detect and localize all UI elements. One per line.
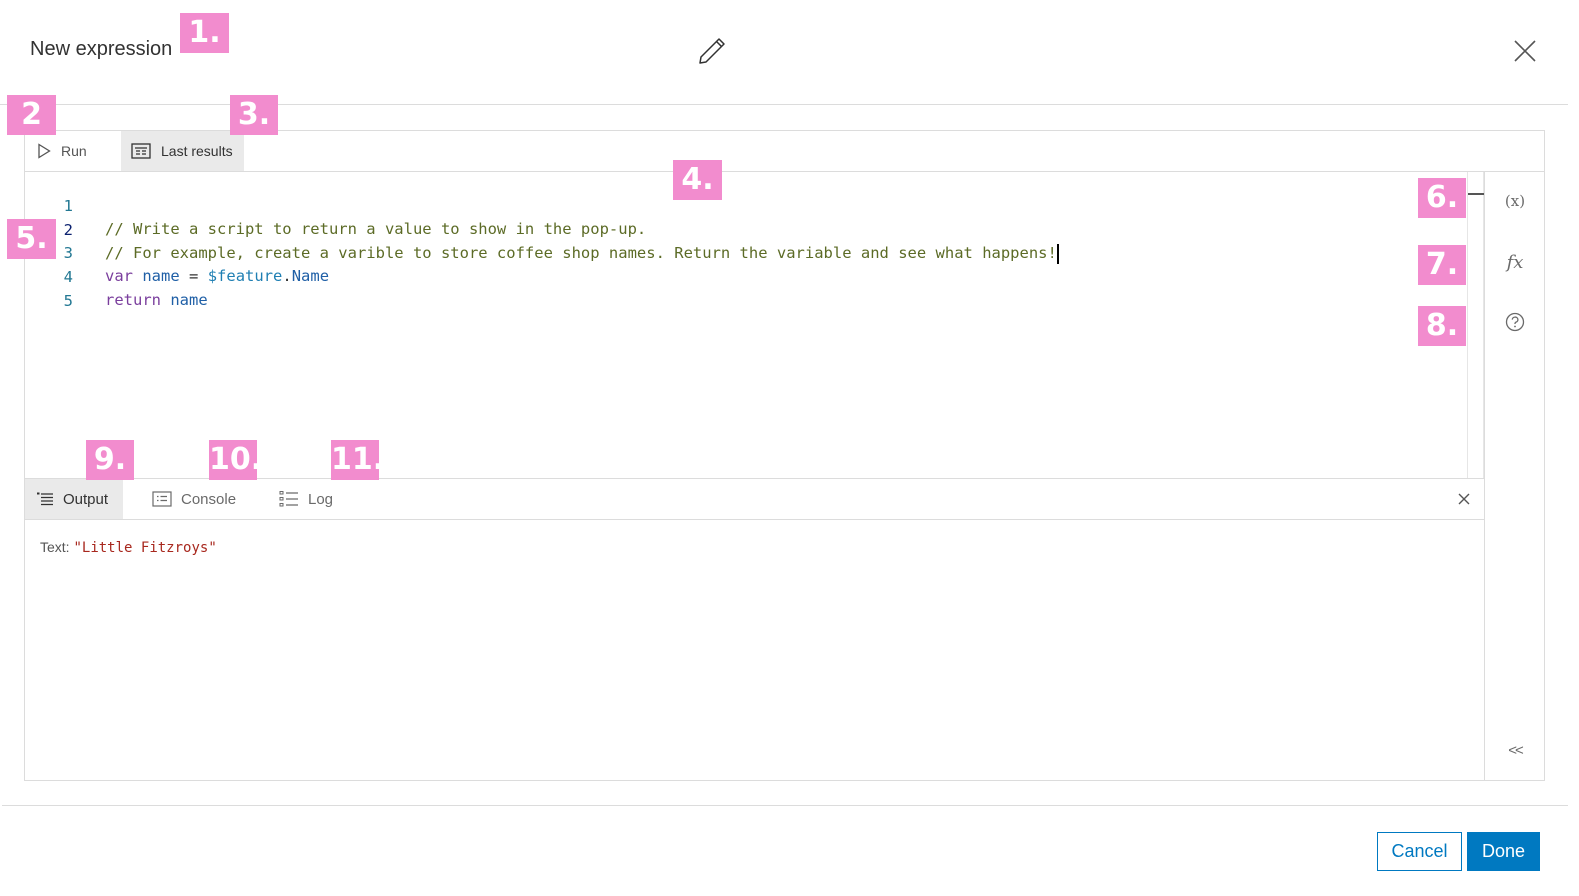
annotation-badge: 5. [7,219,56,259]
code-line: 2 // For example, create a varible to st… [25,196,1467,264]
play-icon [38,143,51,159]
annotation-badge: 2 [7,95,56,135]
console-icon [152,491,172,507]
run-button[interactable]: Run [37,131,127,171]
tab-log[interactable]: Log [279,479,333,519]
annotation-badge: 10. [209,440,262,480]
code-editor[interactable]: 1 // Write a script to return a value to… [25,172,1467,478]
dialog-header: New expression [0,0,1568,105]
close-icon[interactable] [1512,38,1538,64]
side-rail: (x) fx << [1484,172,1544,780]
close-results-icon[interactable] [1456,491,1472,507]
output-value: "Little Fitzroys" [73,540,217,556]
variables-icon: (x) [1504,192,1526,210]
results-panel: Output Console Log Text: "Little Fitzroy… [25,478,1484,780]
last-results-label: Last results [161,143,233,159]
cancel-button[interactable]: Cancel [1377,832,1462,871]
annotation-badge: 1. [180,13,229,53]
editor-toolbar: Run Last results [25,131,1544,172]
annotation-badge: 11. [331,440,384,480]
annotation-badge: 6. [1418,178,1466,218]
annotation-badge: 9. [86,440,134,480]
line-number: 5 [63,292,73,310]
code-line: 5 [25,267,1467,310]
run-label: Run [61,143,87,159]
output-list-icon [37,492,53,506]
results-tabs: Output Console Log [25,479,1484,520]
keyword-return: return [105,291,161,309]
output-content: Text: "Little Fitzroys" [40,539,217,556]
help-button[interactable] [1485,302,1545,342]
functions-button[interactable]: fx [1485,242,1545,282]
annotation-badge: 3. [230,95,278,135]
tab-output[interactable]: Output [25,479,123,519]
annotation-badge: 4. [673,160,722,200]
annotation-badge: 7. [1418,245,1466,285]
collapse-button[interactable]: << [1485,730,1545,770]
cursor-position-marker [1468,193,1485,195]
dialog-title[interactable]: New expression [30,38,172,61]
help-icon [1505,312,1525,332]
code-line: 1 // Write a script to return a value to… [25,172,1467,238]
output-type-label: Text: [40,539,70,555]
variables-button[interactable]: (x) [1485,181,1545,221]
code-text: return name [105,289,208,312]
tab-label: Output [63,490,109,508]
done-button[interactable]: Done [1467,832,1540,871]
tab-label: Log [308,490,334,508]
annotation-badge: 8. [1418,306,1466,346]
pencil-icon[interactable] [697,36,727,66]
functions-icon: fx [1506,251,1524,273]
double-chevron-left-icon: << [1508,741,1523,759]
results-icon [131,143,151,159]
code-line: 3 var name = $feature.Name [25,219,1467,285]
last-results-button[interactable]: Last results [121,131,244,171]
tab-label: Console [181,490,237,508]
footer-divider [2,805,1568,806]
code-line: 4 return name [25,243,1467,309]
tab-console[interactable]: Console [152,479,236,519]
editor-scrollbar[interactable] [1467,172,1485,478]
log-list-icon [279,491,298,507]
identifier: name [170,291,208,309]
